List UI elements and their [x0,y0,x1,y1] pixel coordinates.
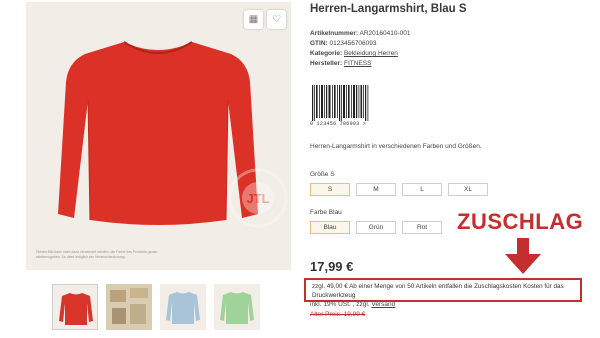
category-link[interactable]: Bekleidung Herren [344,50,398,57]
product-price: 17,99 € [310,259,354,274]
manufacturer-label: Hersteller: [310,60,343,67]
product-image-gallery[interactable]: JTL ▦ ♡ Dieses Bild kann nicht dazu verw… [26,2,291,270]
shipping-link[interactable]: Versand [371,301,395,308]
image-disclaimer: Dieses Bild kann nicht dazu verwendet we… [36,250,158,259]
vat-text: inkl. 19% USt. , zzgl. [310,301,370,308]
category-row: Kategorie: Bekleidung Herren [310,50,398,57]
old-price: Alter Preis: 19,99 € [310,311,366,318]
surcharge-text: zzgl. 49,00 € Ab einer Menge von 50 Arti… [312,283,564,299]
thumb-blue-shirt[interactable] [160,284,206,330]
gtin-row: GTIN: 0123456706093 [310,40,377,47]
color-label: Farbe Blau [310,209,342,216]
color-option-rot[interactable]: Rot [402,221,442,234]
category-label: Kategorie: [310,50,343,57]
color-option-gruen[interactable]: Grün [356,221,396,234]
arrow-down-icon [505,238,541,274]
gtin-label: GTIN: [310,40,328,47]
grid-icon[interactable]: ▦ [244,10,263,29]
zuschlag-annotation: ZUSCHLAG [457,209,584,234]
size-option-s[interactable]: S [310,183,350,196]
thumb-printed[interactable] [106,284,152,330]
product-title: Herren-Langarmshirt, Blau S [310,3,467,15]
barcode-number: 0 123456 706093 > [310,121,367,127]
sku-label: Artikelnummer: [310,30,359,37]
size-option-xl[interactable]: XL [448,183,488,196]
sku-value: AR20160410-001 [359,30,411,37]
thumb-red-shirt[interactable] [52,284,98,330]
heart-icon[interactable]: ♡ [267,10,286,29]
size-label: Größe S [310,171,335,178]
watermark-seal: JTL [228,168,288,228]
manufacturer-row: Hersteller: FITNESS [310,60,371,67]
product-description: Herren-Langarmshirt in verschiedenen Far… [310,143,482,150]
svg-text:JTL: JTL [246,191,269,206]
gtin-value: 0123456706093 [329,40,377,47]
thumb-green-shirt[interactable] [214,284,260,330]
size-option-l[interactable]: L [402,183,442,196]
vat-info: inkl. 19% USt. , zzgl. Versand [310,301,395,308]
barcode-image [312,85,369,121]
sku-row: Artikelnummer: AR20160410-001 [310,30,410,37]
size-option-m[interactable]: M [356,183,396,196]
manufacturer-link[interactable]: FITNESS [344,60,371,67]
surcharge-info-box: zzgl. 49,00 € Ab einer Menge von 50 Arti… [304,278,582,302]
product-image-shirt: JTL [58,41,288,228]
color-option-blau[interactable]: Blau [310,221,350,234]
